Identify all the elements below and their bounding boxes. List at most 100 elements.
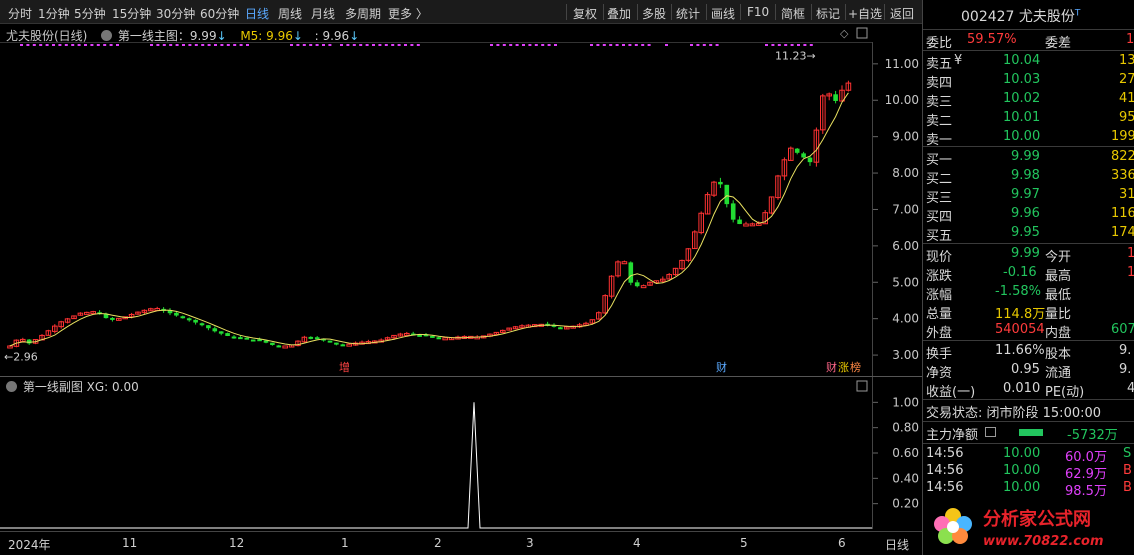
signal-dot: [169, 44, 173, 46]
bid-row: 买一 9.99 822: [923, 148, 1134, 168]
multi-stock-button[interactable]: 多股: [642, 5, 666, 22]
overlay-button[interactable]: 叠加: [607, 5, 631, 22]
time-label: 1: [341, 536, 349, 550]
stat-row: 外盘 540054 内盘 607: [923, 321, 1134, 341]
period-tab-daily[interactable]: 日线: [245, 5, 269, 22]
period-tab-15min[interactable]: 15分钟: [112, 5, 151, 22]
period-tab-monthly[interactable]: 月线: [311, 5, 335, 22]
toolbar-divider: [706, 4, 707, 20]
bid-volume: 822: [1111, 149, 1134, 164]
stat-row: 涨跌 -0.16 最高 1: [923, 264, 1134, 284]
toolbar-divider: [845, 4, 846, 20]
signal-dot: [226, 44, 230, 46]
tick-price: 10.00: [1003, 463, 1041, 478]
stat-row: 现价 9.99 今开 1: [923, 245, 1134, 265]
sub-tick-label: 1.00: [892, 395, 919, 409]
stat-row: 换手 11.66% 股本 9.: [923, 342, 1134, 362]
period-tab-multi[interactable]: 多周期: [345, 5, 381, 22]
bid-level-label: 买二: [926, 172, 953, 187]
list-icon[interactable]: [985, 427, 996, 437]
signal-dot: [58, 44, 62, 46]
candle-body-down: [558, 327, 563, 330]
stat-value: 11.66%: [995, 343, 1045, 358]
signal-dot: [296, 44, 300, 46]
period-tab-1min[interactable]: 1分钟: [38, 5, 70, 22]
bid-price: 9.99: [1011, 149, 1040, 164]
ask-price: 10.00: [1003, 129, 1041, 144]
divider: [923, 399, 1134, 400]
ask-level-label: 卖五: [926, 57, 953, 72]
period-tab-5min[interactable]: 5分钟: [74, 5, 106, 22]
period-tab-60min[interactable]: 60分钟: [200, 5, 239, 22]
add-watchlist-button[interactable]: +自选: [848, 5, 882, 22]
stat-value: -0.16: [1003, 265, 1037, 280]
panel-toggle-icon[interactable]: [856, 380, 868, 392]
mark-button[interactable]: 标记: [816, 5, 840, 22]
signal-dot: [665, 44, 668, 46]
candle-body-down: [430, 335, 435, 338]
period-tab-30min[interactable]: 30分钟: [156, 5, 195, 22]
bid-price: 9.95: [1011, 225, 1040, 240]
period-tab-weekly[interactable]: 周线: [278, 5, 302, 22]
candle-body-down: [833, 94, 838, 101]
stat-label: 收益(一): [926, 385, 976, 400]
diamond-icon[interactable]: ◇: [840, 27, 849, 40]
statistics-button[interactable]: 统计: [676, 5, 700, 22]
signal-dot: [162, 44, 166, 46]
panel-toggle-icon[interactable]: [856, 27, 868, 39]
f10-button[interactable]: F10: [747, 5, 769, 19]
signal-dot: [547, 44, 551, 46]
weibi-value: 59.57%: [967, 32, 1017, 47]
fuquan-button[interactable]: 复权: [573, 5, 597, 22]
signal-dot: [372, 44, 375, 46]
candle-body-down: [436, 337, 442, 340]
simple-frame-button[interactable]: 简框: [781, 5, 805, 22]
signal-dot: [77, 44, 81, 46]
stat-label: PE(动): [1045, 385, 1085, 400]
tick-time: 14:56: [926, 463, 964, 478]
stat-label: 涨幅: [926, 288, 953, 303]
bid-volume: 174: [1111, 225, 1134, 240]
candle-body-down: [110, 317, 115, 320]
candle-body-down: [174, 312, 179, 316]
tick-side: B: [1123, 463, 1132, 478]
time-label: 3: [526, 536, 534, 550]
kline-chart[interactable]: ←2.96 11.23→ 11.00 10.00 9.00 8.00 7.00 6.00 5.…: [0, 24, 922, 529]
event-tag: 涨: [838, 361, 849, 374]
signal-dot: [175, 44, 179, 46]
stat-value: -1.58%: [995, 284, 1041, 299]
net-flow-value: -5732万: [1067, 428, 1118, 443]
signal-dot: [32, 44, 36, 46]
net-flow-row: 主力净额 -5732万: [923, 423, 1134, 443]
candle-body-down: [327, 340, 333, 343]
chart-area[interactable]: 尤夫股份(日线) 第一线主图：9.99↓ M5: 9.96↓ : 9.96↓ ←…: [0, 24, 922, 529]
signal-dot: [509, 44, 513, 46]
signal-dot: [696, 44, 700, 46]
signal-dot: [26, 44, 30, 46]
signal-dot: [309, 44, 313, 46]
signal-dot: [194, 44, 198, 46]
period-tab-fenshi[interactable]: 分时: [8, 5, 32, 22]
signal-dot: [359, 44, 363, 46]
ask-volume: 41: [1119, 91, 1134, 106]
signal-dot: [609, 44, 613, 46]
period-tag[interactable]: 日线: [885, 536, 909, 553]
candle-body-down: [270, 342, 275, 346]
candle-body-up: [7, 345, 13, 349]
divider: [923, 421, 1134, 422]
stat-row: 总量 114.8万 量比: [923, 302, 1134, 322]
period-tab-more[interactable]: 更多 〉: [388, 5, 428, 22]
indicator-menu-icon[interactable]: [6, 381, 17, 392]
draw-line-button[interactable]: 画线: [711, 5, 735, 22]
bid-row: 买二 9.98 336: [923, 167, 1134, 187]
ask-price: 10.03: [1003, 72, 1041, 87]
signal-dot: [528, 44, 532, 46]
candle-body-up: [621, 261, 628, 265]
signal-dot: [64, 44, 68, 46]
candle-body-down: [724, 184, 730, 205]
stat-label: 股本: [1045, 347, 1072, 362]
sub-tick-label: 0.80: [892, 421, 919, 435]
back-button[interactable]: 返回: [890, 5, 914, 22]
candle-body-down: [180, 316, 186, 319]
stat-label: 换手: [926, 347, 953, 362]
